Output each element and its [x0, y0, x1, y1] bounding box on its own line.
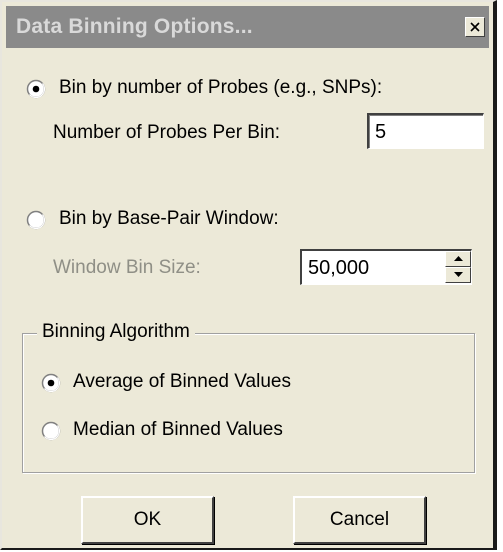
close-button[interactable]: [465, 17, 485, 37]
binning-algorithm-legend: Binning Algorithm: [37, 321, 195, 343]
spin-up-button[interactable]: [445, 251, 471, 267]
window-option-label[interactable]: Bin by Base-Pair Window:: [59, 208, 279, 230]
probes-radio[interactable]: [26, 79, 46, 99]
dialog-title: Data Binning Options...: [16, 15, 253, 38]
close-icon: [470, 22, 480, 32]
binning-algorithm-group: Binning Algorithm Average of Binned Valu…: [22, 321, 475, 473]
data-binning-dialog: Data Binning Options... Bin by number of…: [0, 0, 497, 550]
spinner-buttons: [445, 251, 471, 284]
average-radio[interactable]: [41, 373, 61, 393]
window-bin-size-spinner[interactable]: 50,000: [300, 249, 472, 285]
median-radio[interactable]: [41, 421, 61, 441]
title-bar[interactable]: Data Binning Options...: [6, 6, 489, 48]
window-radio[interactable]: [26, 210, 46, 230]
cancel-button[interactable]: Cancel: [293, 496, 426, 544]
probes-option-label[interactable]: Bin by number of Probes (e.g., SNPs):: [59, 77, 382, 99]
window-bin-size-label: Window Bin Size:: [53, 257, 201, 278]
spin-down-button[interactable]: [445, 267, 471, 283]
median-option-label[interactable]: Median of Binned Values: [73, 419, 283, 441]
probes-per-bin-input[interactable]: 5: [367, 113, 484, 149]
arrow-up-icon: [454, 256, 463, 261]
probes-per-bin-label: Number of Probes Per Bin:: [53, 122, 281, 143]
average-option-label[interactable]: Average of Binned Values: [73, 371, 291, 393]
arrow-down-icon: [454, 272, 463, 277]
window-bin-size-value[interactable]: 50,000: [308, 255, 369, 281]
ok-button[interactable]: OK: [81, 496, 214, 544]
